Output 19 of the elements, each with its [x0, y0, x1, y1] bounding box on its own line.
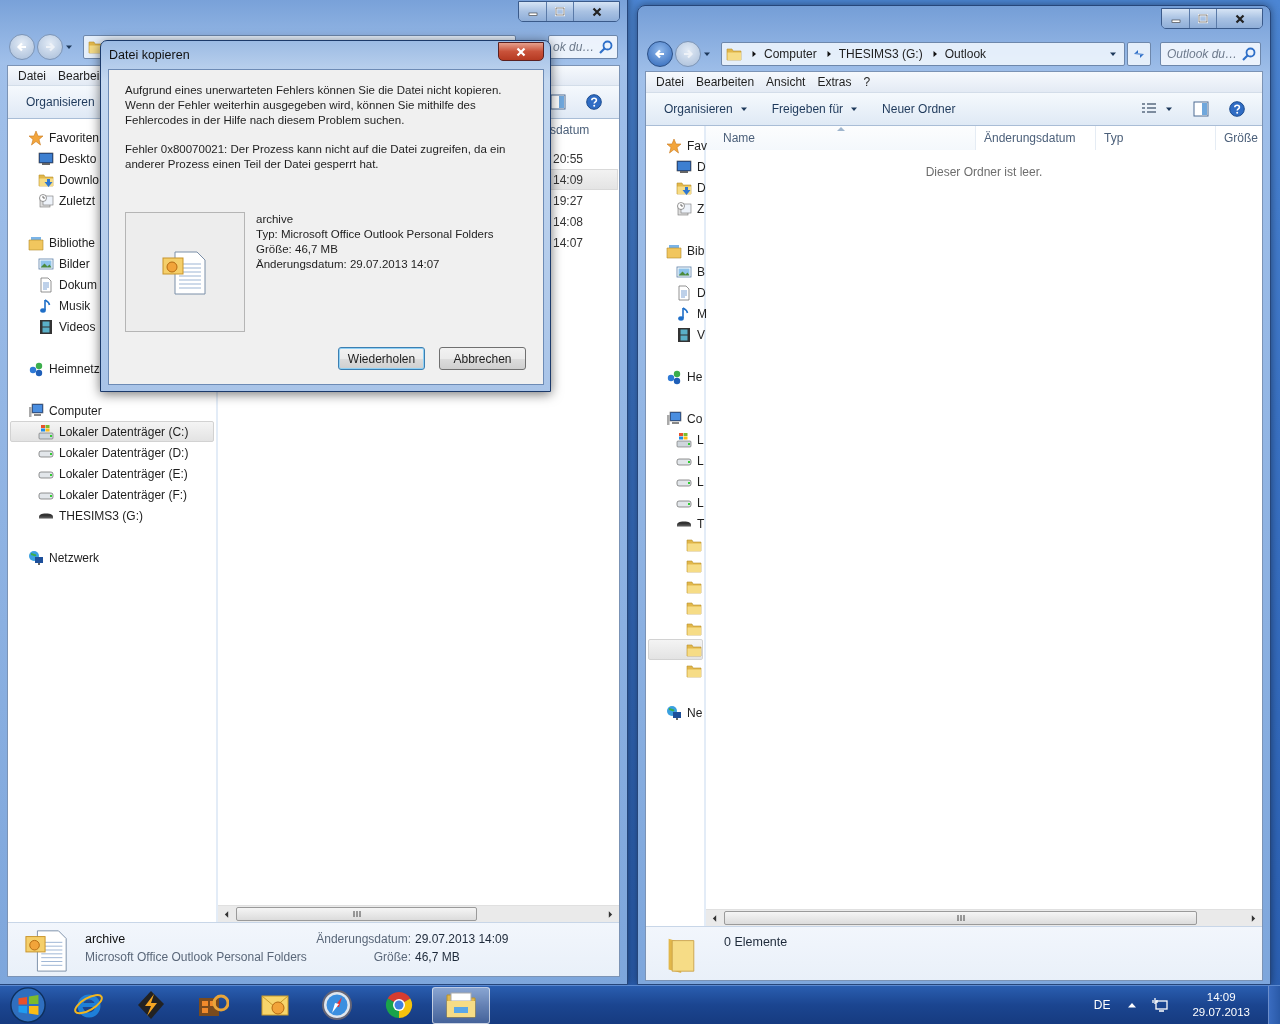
clock-date: 29.07.2013 [1192, 1005, 1250, 1020]
file-detail: Größe: 46,7 MB [256, 242, 339, 257]
window-title: Datei kopieren [108, 48, 190, 62]
message-text: Aufgrund eines unerwarteten Fehlers können Sie die Datei nicht kopieren. Wenn der Fehler weiterhin ausgegeben wird, können Sie mithilfe des Fehlercodes in der Hilfe nach diesem Problem suchen. [125, 83, 503, 128]
table-cell: 19:27 [553, 193, 584, 208]
file-type: Microsoft Office Outlook Personal Folders [85, 949, 308, 966]
file-detail: Typ: Microsoft Office Outlook Personal Folders [256, 227, 494, 242]
field-value: 46,7 MB [415, 949, 461, 966]
message-text: Fehler 0x80070021: Der Prozess kann nicht auf die Datei zugreifen, da ein anderer Prozess einen Teil der Datei gesperrt hat. [125, 142, 507, 172]
field-value: 29.07.2013 14:09 [415, 931, 509, 948]
empty-folder-message: Dieser Ordner ist leer. [924, 165, 1044, 179]
file-detail: Änderungsdatum: 29.07.2013 14:07 [256, 257, 441, 272]
field-label: Änderungsdatum: [315, 931, 411, 948]
file-name: archive [256, 212, 295, 227]
item-count: 0 Elemente [724, 934, 788, 949]
field-label: Größe: [372, 949, 411, 966]
clock-time: 14:09 [1206, 990, 1236, 1005]
file-name: archive [85, 931, 127, 948]
table-cell: 14:09 [553, 172, 584, 187]
